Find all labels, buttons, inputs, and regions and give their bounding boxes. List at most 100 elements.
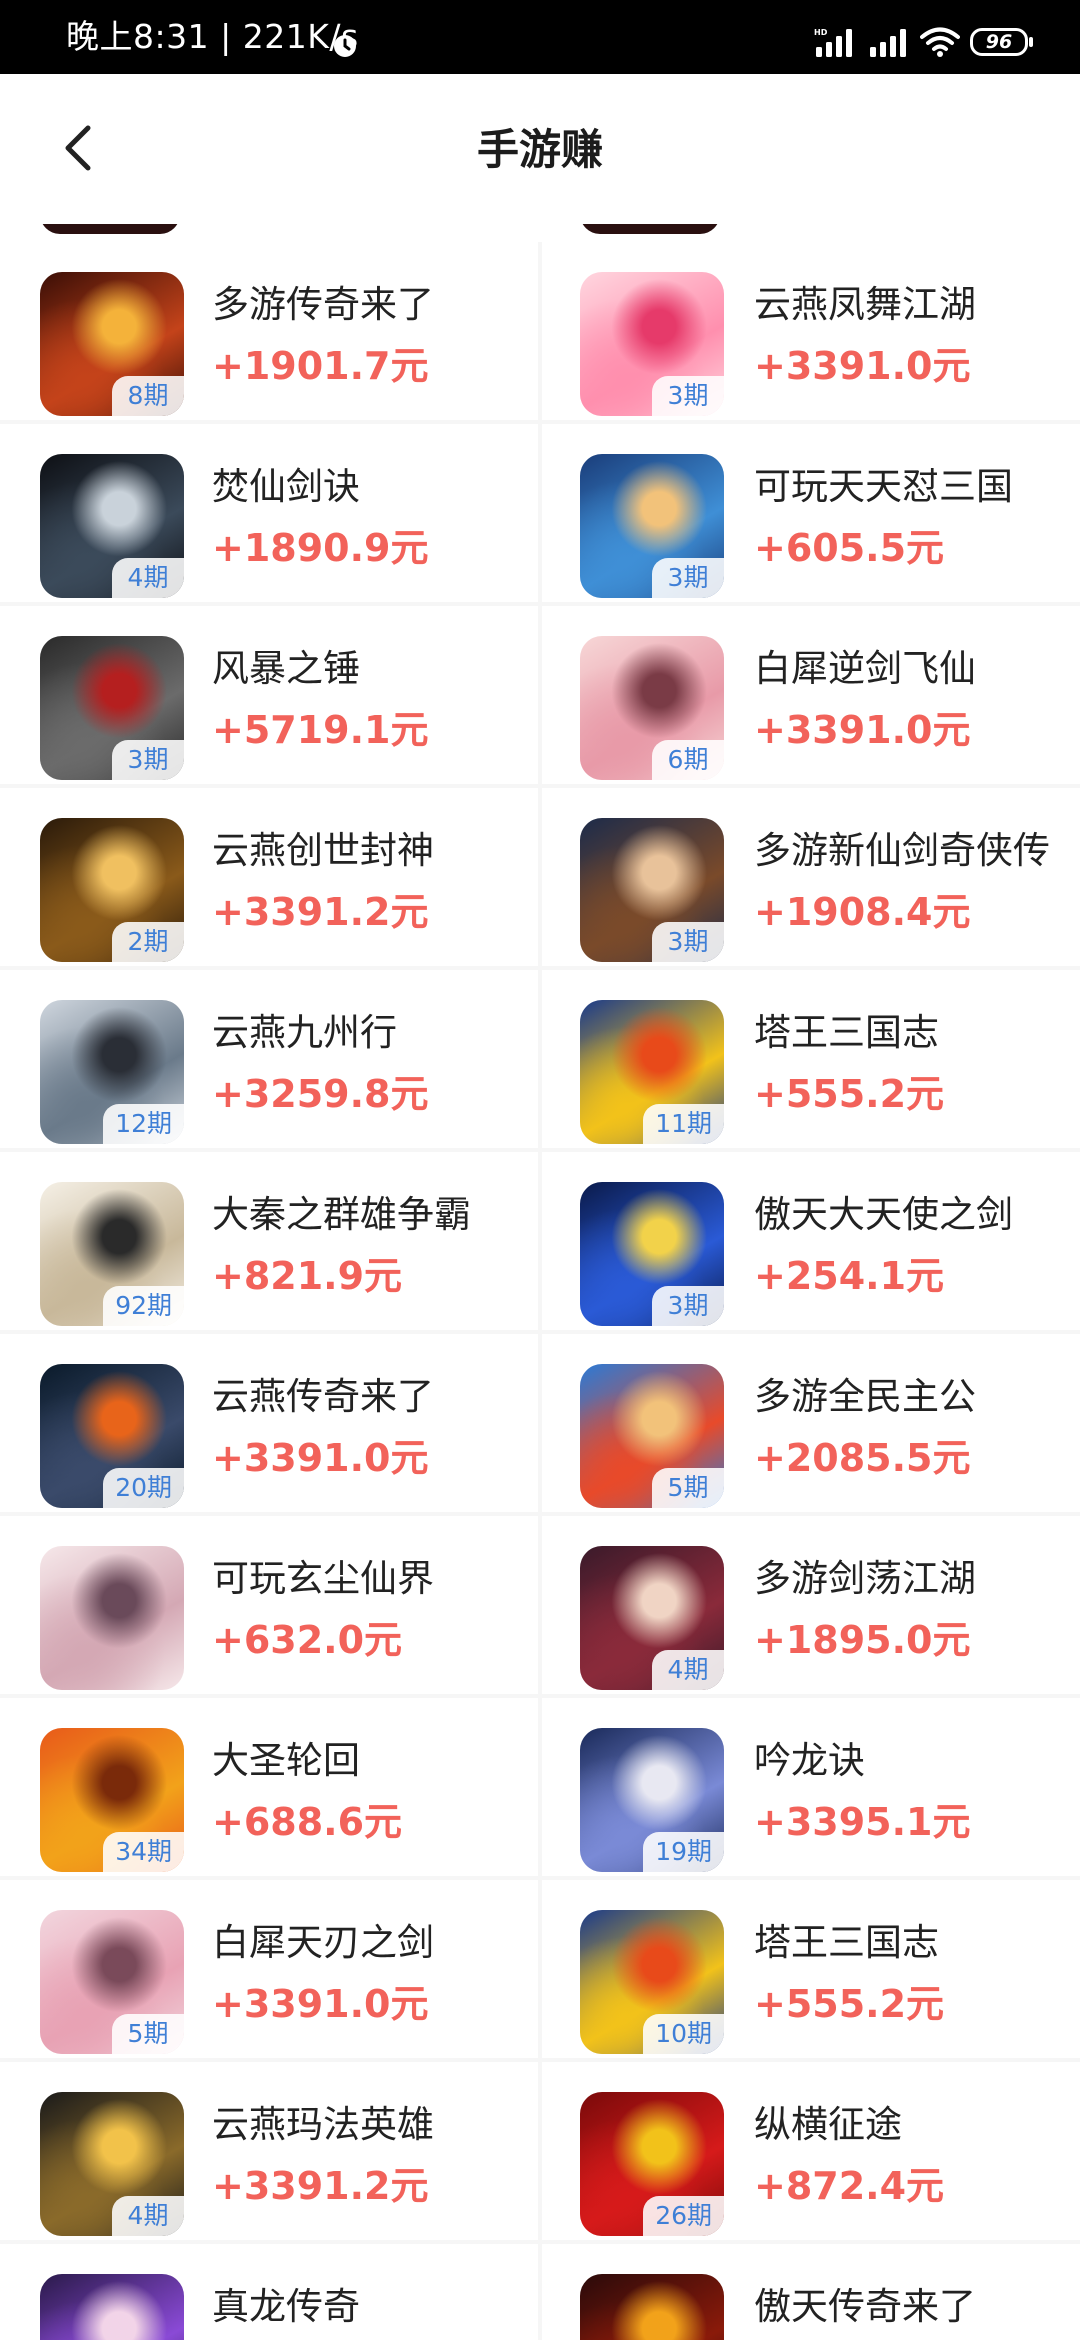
game-reward: +3391.0元 [754,344,971,388]
period-badge: 8期 [112,376,184,416]
game-reward: +555.2元 [754,1072,945,1116]
game-card[interactable]: 可玩玄尘仙界 +632.0元 [0,1516,538,1694]
game-name: 多游传奇来了 [212,283,434,326]
game-card[interactable]: 92期 大秦之群雄争霸 +821.9元 [0,1152,538,1330]
game-name: 大圣轮回 [212,1739,360,1782]
game-name: 傲天传奇来了 [754,2285,976,2328]
game-row: 4期 云燕玛法英雄 +3391.2元 26期 纵横征途 +872.4元 [0,2062,1080,2242]
game-card[interactable]: 3期 可玩天天怼三国 +605.5元 [542,424,1080,602]
game-card[interactable]: 3期 多游新仙剑奇侠传 +1908.4元 [542,788,1080,966]
game-name: 可玩天天怼三国 [754,465,1013,508]
partial-game-icon [580,224,720,234]
chivalry-game-icon: 3期 [580,818,724,962]
game-name: 云燕创世封神 [212,829,434,872]
game-row: 92期 大秦之群雄争霸 +821.9元 3期 傲天大天使之剑 +254.1元 [0,1152,1080,1332]
game-row: 20期 云燕传奇来了 +3391.0元 5期 多游全民主公 +2085.5元 [0,1334,1080,1514]
game-name: 云燕凤舞江湖 [754,283,976,326]
game-card[interactable]: 傲天传奇来了 [542,2244,1080,2340]
battery-icon: 96 [970,28,1033,56]
tower-king-game-icon: 10期 [580,1910,724,2054]
period-badge: 4期 [112,558,184,598]
game-reward: +5719.1元 [212,708,429,752]
game-grid: 8期 多游传奇来了 +1901.7元 3期 云燕凤舞江湖 +3391.0元 4期 焚仙剑诀 +1… [0,242,1080,2340]
period-badge: 19期 [643,1832,724,1872]
game-name: 塔王三国志 [754,1011,939,1054]
angel-sword-game-icon: 3期 [580,1182,724,1326]
game-card[interactable]: 20期 云燕传奇来了 +3391.0元 [0,1334,538,1512]
game-reward: +254.1元 [754,1254,945,1298]
game-card[interactable]: 12期 云燕九州行 +3259.8元 [0,970,538,1148]
game-card[interactable]: 8期 多游传奇来了 +1901.7元 [0,242,538,420]
game-card[interactable]: 4期 焚仙剑诀 +1890.9元 [0,424,538,602]
game-reward: +3391.0元 [754,708,971,752]
game-name: 可玩玄尘仙界 [212,1557,434,1600]
period-badge: 20期 [103,1468,184,1508]
period-badge: 4期 [112,2196,184,2236]
game-card[interactable]: 4期 云燕玛法英雄 +3391.2元 [0,2062,538,2240]
game-row: 8期 多游传奇来了 +1901.7元 3期 云燕凤舞江湖 +3391.0元 [0,242,1080,422]
game-row: 2期 云燕创世封神 +3391.2元 3期 多游新仙剑奇侠传 +1908.4元 [0,788,1080,968]
period-badge: 3期 [112,740,184,780]
system-icons: HD 96 [812,24,1033,60]
game-reward: +3391.0元 [212,1982,429,2026]
game-card[interactable]: 4期 多游剑荡江湖 +1895.0元 [542,1516,1080,1694]
blade-game-icon: 5期 [40,1910,184,2054]
game-card[interactable]: 6期 白犀逆剑飞仙 +3391.0元 [542,606,1080,784]
game-card[interactable]: 真龙传奇 [0,2244,538,2340]
game-card[interactable]: 3期 风暴之锤 +5719.1元 [0,606,538,784]
game-card[interactable]: 34期 大圣轮回 +688.6元 [0,1698,538,1876]
game-card[interactable]: 3期 云燕凤舞江湖 +3391.0元 [542,242,1080,420]
game-card[interactable]: 5期 多游全民主公 +2085.5元 [542,1334,1080,1512]
game-name: 白犀天刃之剑 [212,1921,434,1964]
game-name: 吟龙诀 [754,1739,865,1782]
period-badge: 5期 [112,2014,184,2054]
game-reward: +2085.5元 [754,1436,971,1480]
game-name: 多游剑荡江湖 [754,1557,976,1600]
immortal-game-icon: 6期 [580,636,724,780]
deity-game-icon: 2期 [40,818,184,962]
game-row: 3期 风暴之锤 +5719.1元 6期 白犀逆剑飞仙 +3391.0元 [0,606,1080,786]
period-badge: 5期 [652,1468,724,1508]
game-reward: +1901.7元 [212,344,429,388]
period-badge: 3期 [652,1286,724,1326]
game-name: 多游新仙剑奇侠传 [754,829,1050,872]
game-reward: +688.6元 [212,1800,403,1844]
page-title: 手游赚 [476,125,603,174]
game-reward: +3395.1元 [754,1800,971,1844]
period-badge: 26期 [643,2196,724,2236]
phoenix-game-icon: 3期 [580,272,724,416]
legend-game-icon: 8期 [40,272,184,416]
game-card[interactable]: 5期 白犀天刃之剑 +3391.0元 [0,1880,538,2058]
game-reward: +821.9元 [212,1254,403,1298]
status-time: 晚上8:31 | 221K/s [66,17,359,56]
game-reward: +1895.0元 [754,1618,971,1662]
game-name: 白犀逆剑飞仙 [754,647,976,690]
game-row: 5期 白犀天刃之剑 +3391.0元 10期 塔王三国志 +555.2元 [0,1880,1080,2060]
game-name: 塔王三国志 [754,1921,939,1964]
battery-level: 96 [985,31,1013,53]
legend-come-game-icon [580,2274,724,2340]
game-card[interactable]: 2期 云燕创世封神 +3391.2元 [0,788,538,966]
game-list[interactable]: 8期 多游传奇来了 +1901.7元 3期 云燕凤舞江湖 +3391.0元 4期 焚仙剑诀 +1… [0,224,1080,2340]
game-reward: +3391.0元 [212,1436,429,1480]
monkey-king-game-icon: 34期 [40,1728,184,1872]
period-badge: 4期 [652,1650,724,1690]
game-card[interactable]: 19期 吟龙诀 +3395.1元 [542,1698,1080,1876]
qin-game-icon: 92期 [40,1182,184,1326]
game-card[interactable]: 10期 塔王三国志 +555.2元 [542,1880,1080,2058]
game-name: 焚仙剑诀 [212,465,360,508]
game-name: 多游全民主公 [754,1375,976,1418]
period-badge: 11期 [643,1104,724,1144]
signal-2-icon [870,29,906,57]
game-card[interactable]: 3期 傲天大天使之剑 +254.1元 [542,1152,1080,1330]
game-row: 12期 云燕九州行 +3259.8元 11期 塔王三国志 +555.2元 [0,970,1080,1150]
status-bar: 晚上8:31 | 221K/s HD 96 [0,0,1080,74]
period-badge: 3期 [652,922,724,962]
game-name: 纵横征途 [754,2103,902,2146]
game-reward: +632.0元 [212,1618,403,1662]
game-reward: +605.5元 [754,526,945,570]
game-card[interactable]: 26期 纵横征途 +872.4元 [542,2062,1080,2240]
game-name: 风暴之锤 [212,647,360,690]
game-card[interactable]: 11期 塔王三国志 +555.2元 [542,970,1080,1148]
wifi-icon [920,27,960,57]
